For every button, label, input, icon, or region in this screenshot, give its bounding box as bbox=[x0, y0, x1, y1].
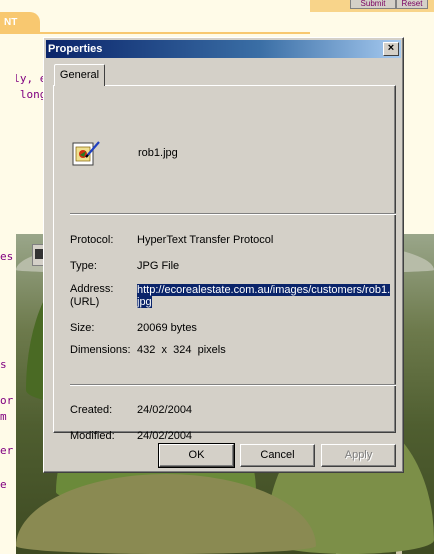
created-value: 24/02/2004 bbox=[137, 404, 193, 416]
cancel-button[interactable]: Cancel bbox=[240, 444, 315, 467]
file-name: rob1.jpg bbox=[138, 147, 178, 159]
type-label: Type: bbox=[70, 260, 97, 272]
background-tab[interactable]: NT bbox=[0, 12, 40, 34]
protocol-label: Protocol: bbox=[70, 234, 114, 246]
background-tab-line bbox=[0, 32, 310, 34]
background-text: er bbox=[0, 444, 14, 457]
type-value: JPG File bbox=[137, 260, 180, 272]
address-label: Address: (URL) bbox=[70, 283, 114, 308]
properties-dialog: Properties × General rob1.jpg Protocol: … bbox=[43, 37, 404, 473]
divider bbox=[70, 213, 396, 215]
background-text: es bbox=[0, 250, 14, 263]
tab-general[interactable]: General bbox=[54, 64, 105, 86]
created-label: Created: bbox=[70, 404, 113, 416]
size-label: Size: bbox=[70, 322, 95, 334]
size-value: 20069 bytes bbox=[137, 322, 197, 334]
background-text: m bbox=[0, 410, 7, 423]
background-text: s bbox=[0, 358, 7, 371]
modified-value: 24/02/2004 bbox=[137, 430, 193, 442]
address-line-1: http://ecorealestate.com.au/images/custo… bbox=[137, 284, 391, 296]
background-reset-button[interactable]: Reset bbox=[396, 0, 428, 9]
dimensions-x: x bbox=[161, 344, 167, 356]
modified-label: Modified: bbox=[70, 430, 115, 442]
dialog-title: Properties bbox=[48, 43, 103, 55]
background-left-strip bbox=[0, 34, 16, 554]
general-panel: rob1.jpg Protocol: HyperText Transfer Pr… bbox=[53, 85, 396, 442]
ok-button[interactable]: OK bbox=[158, 443, 235, 468]
dimensions-width: 432 bbox=[137, 344, 156, 356]
divider bbox=[70, 384, 396, 386]
dimensions-height: 324 bbox=[173, 344, 192, 356]
address-value[interactable]: http://ecorealestate.com.au/images/custo… bbox=[137, 284, 393, 308]
background-text: e bbox=[0, 478, 7, 491]
dimensions-unit: pixels bbox=[197, 344, 226, 356]
apply-button[interactable]: Apply bbox=[321, 444, 396, 467]
background-submit-button[interactable]: Submit bbox=[350, 0, 396, 9]
protocol-value: HyperText Transfer Protocol bbox=[137, 234, 274, 246]
dimensions-label: Dimensions: bbox=[70, 344, 131, 356]
background-text: or bbox=[0, 394, 14, 407]
address-line-2: jpg bbox=[137, 296, 152, 308]
dialog-titlebar[interactable]: Properties × bbox=[46, 40, 401, 58]
dimensions-value: 432 x 324 pixels bbox=[137, 344, 226, 356]
close-icon[interactable]: × bbox=[383, 42, 399, 56]
image-file-icon bbox=[72, 141, 100, 166]
